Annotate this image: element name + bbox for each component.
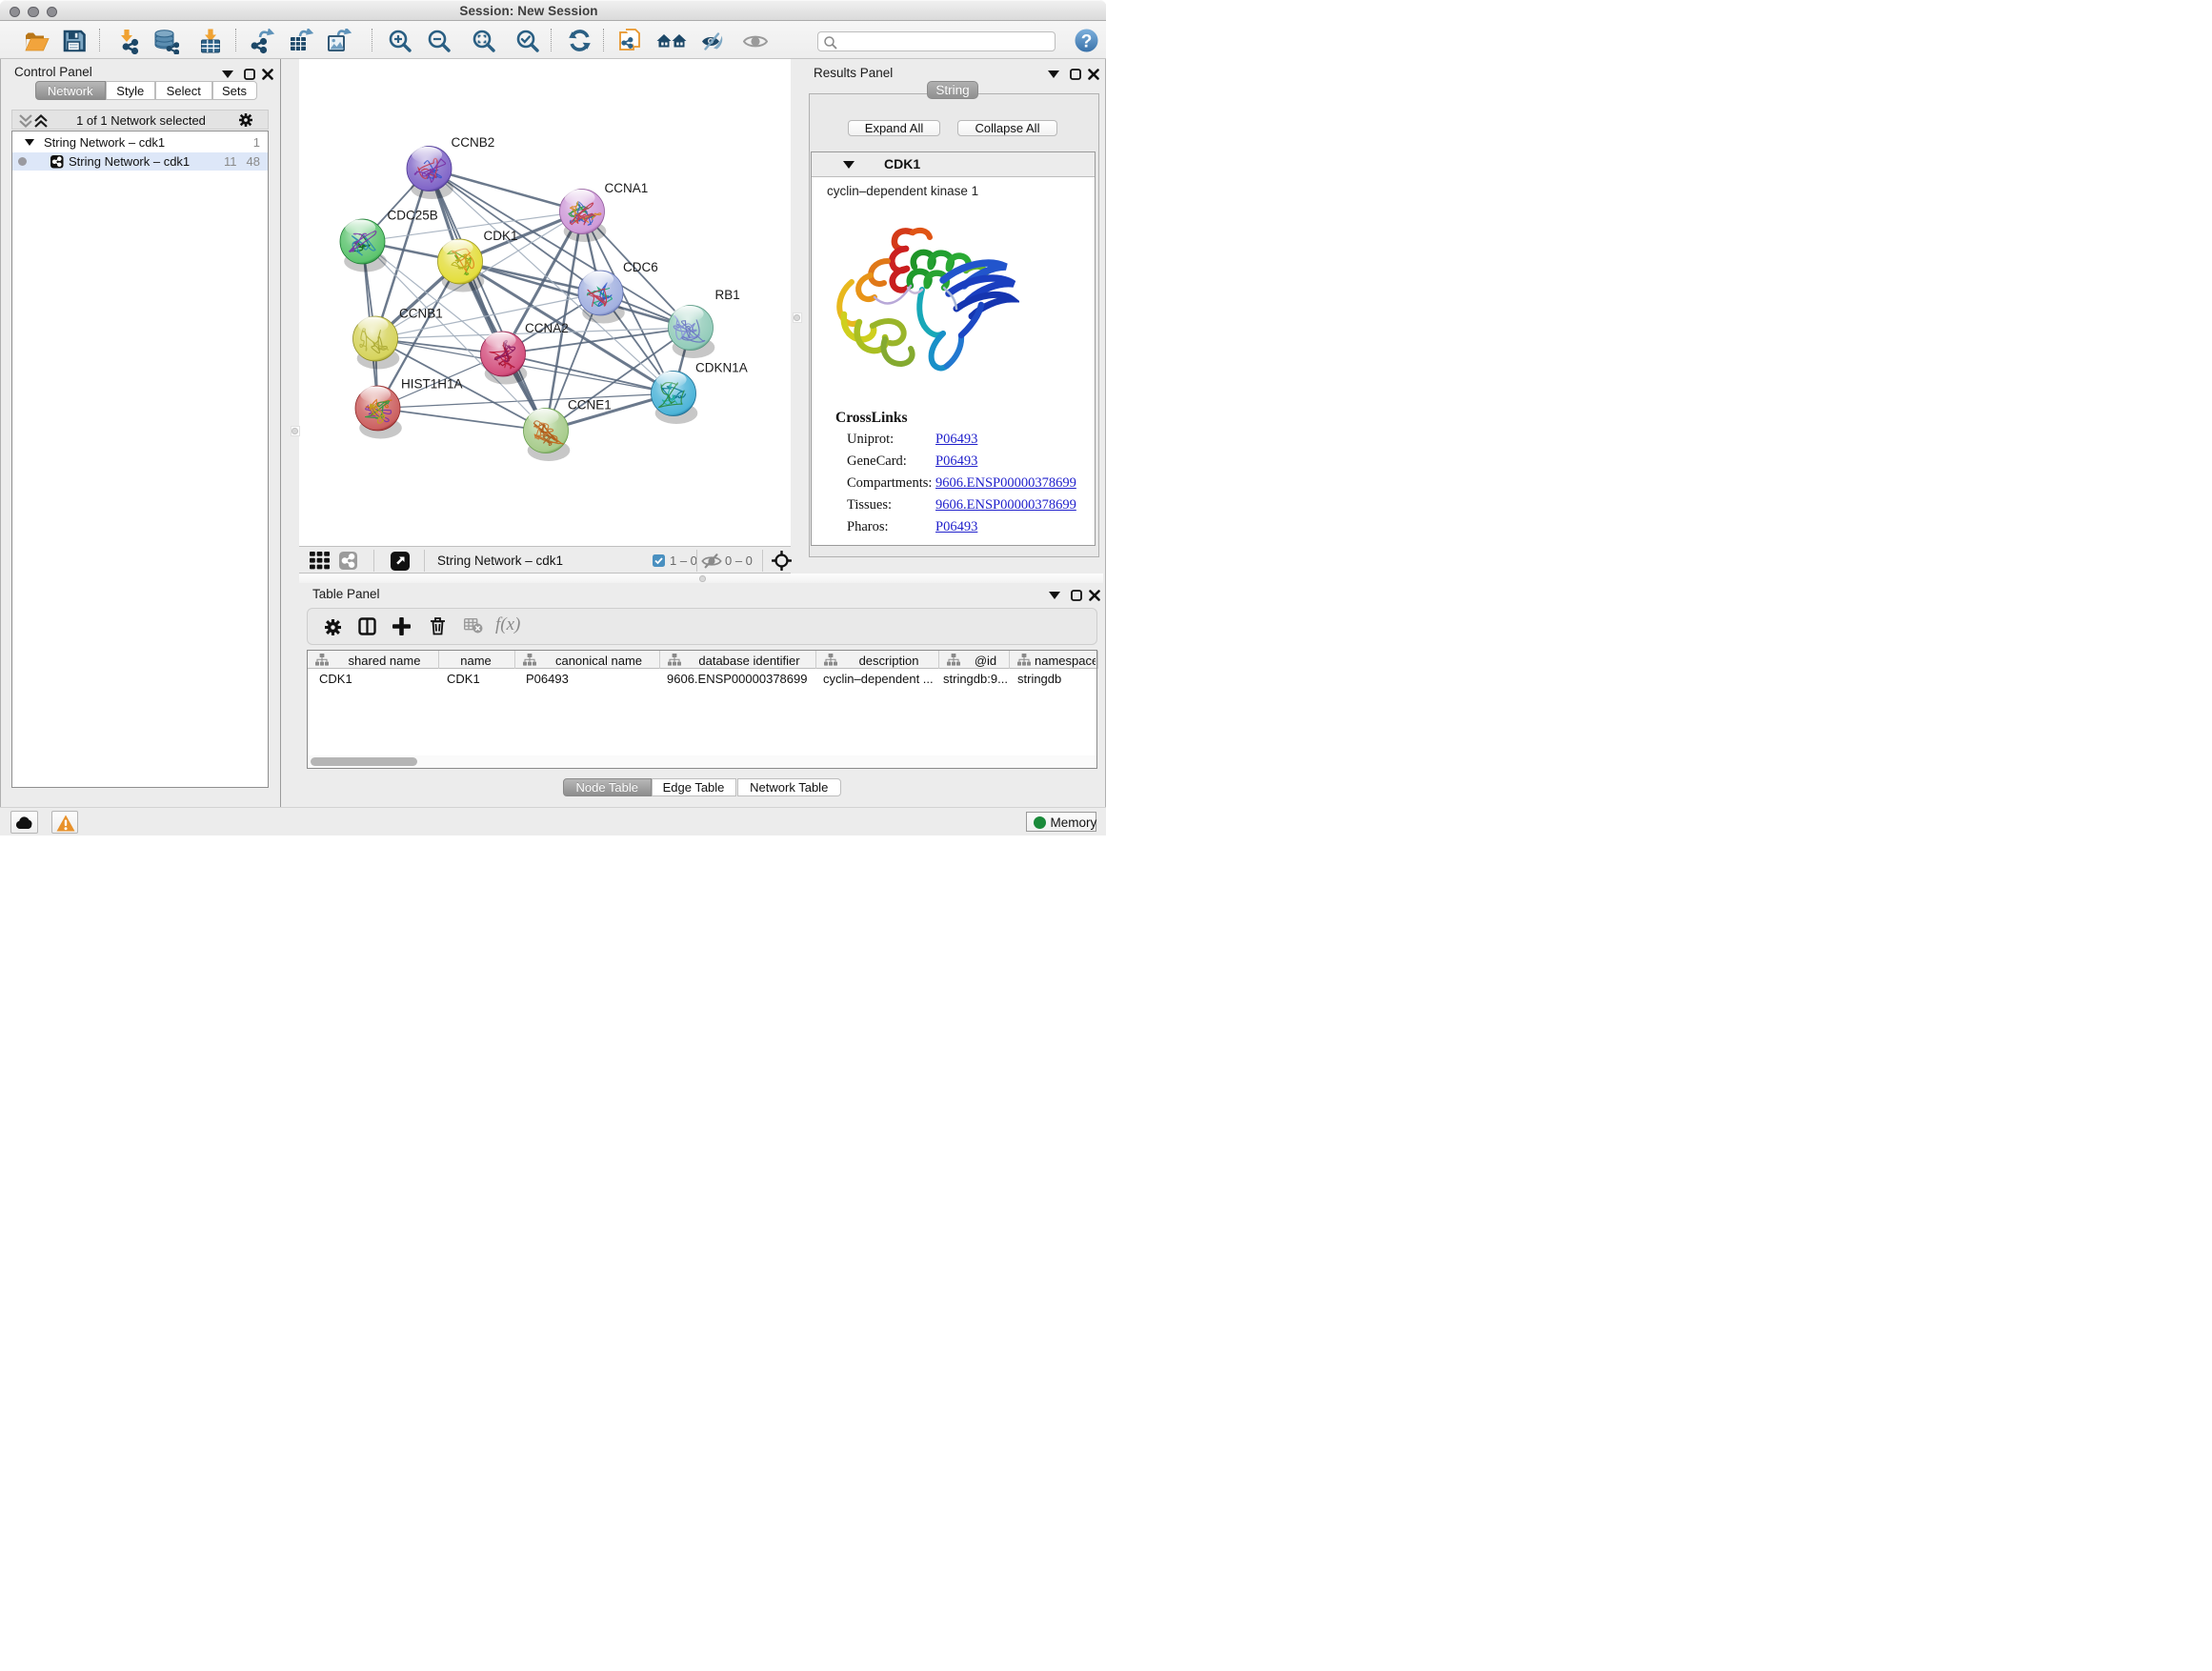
- svg-text:CDK1: CDK1: [484, 229, 518, 243]
- svg-text:CCNB1: CCNB1: [399, 307, 443, 321]
- svg-text:CCNE1: CCNE1: [568, 398, 612, 413]
- svg-text:CCNA2: CCNA2: [525, 321, 569, 335]
- svg-text:RB1: RB1: [715, 288, 740, 302]
- svg-text:CDC6: CDC6: [623, 260, 658, 274]
- svg-text:CCNA1: CCNA1: [605, 181, 649, 195]
- svg-text:CDKN1A: CDKN1A: [695, 361, 748, 375]
- svg-text:CDC25B: CDC25B: [388, 209, 438, 223]
- svg-text:CCNB2: CCNB2: [452, 135, 495, 150]
- svg-text:HIST1H1A: HIST1H1A: [401, 377, 463, 392]
- svg-text:?: ?: [1081, 32, 1093, 52]
